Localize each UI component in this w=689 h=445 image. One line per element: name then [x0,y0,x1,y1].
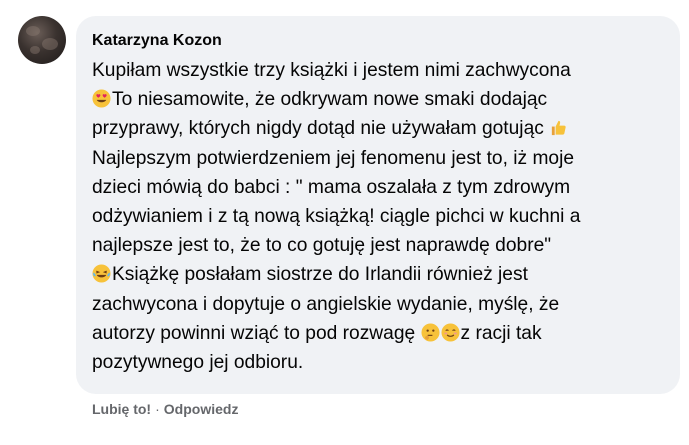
comment-bubble: Katarzyna Kozon Kupiłam wszystkie trzy k… [76,16,680,394]
comment-line: najlepsze jest to, że to co gotuję jest … [92,235,552,257]
comment: Katarzyna Kozon Kupiłam wszystkie trzy k… [0,0,689,445]
author-name[interactable]: Katarzyna Kozon [92,32,222,50]
heart-eyes-icon [92,89,111,108]
comment-line: przyprawy, których nigdy dotąd nie używa… [92,114,676,143]
comment-line: autorzy powinni wziąć to pod rozwagę z r… [92,322,542,344]
comment-line: pozytywnego jej odbioru. [92,351,304,373]
avatar[interactable] [18,16,66,64]
comment-line: Książkę posłałam siostrze do Irlandii ró… [92,260,676,289]
comment-line: Kupiłam wszystkie trzy książki i jestem … [92,60,571,81]
comment-actions: Lubię to! · Odpowiedz [92,401,238,417]
thinking-face-icon [420,323,440,342]
thumbs-up-icon [549,118,568,137]
comment-line: Najlepszym potwierdzeniem jej fenomenu j… [92,147,575,169]
tears-of-joy-icon [92,264,111,283]
comment-line: odżywianiem i z tą nową książką! ciągle … [92,205,581,227]
reply-button[interactable]: Odpowiedz [164,401,239,417]
smiling-face-icon [440,323,460,342]
comment-line: zachwycona i dopytuje o angielskie wydan… [92,293,560,315]
comment-text: Kupiłam wszystkie trzy książki i jestem … [92,56,676,377]
comment-line: dzieci mówią do babci : " mama oszalała … [92,176,571,198]
action-separator: · [155,401,160,417]
comment-line: To niesamowite, że odkrywam nowe smaki d… [92,85,676,114]
like-button[interactable]: Lubię to! [92,401,151,417]
